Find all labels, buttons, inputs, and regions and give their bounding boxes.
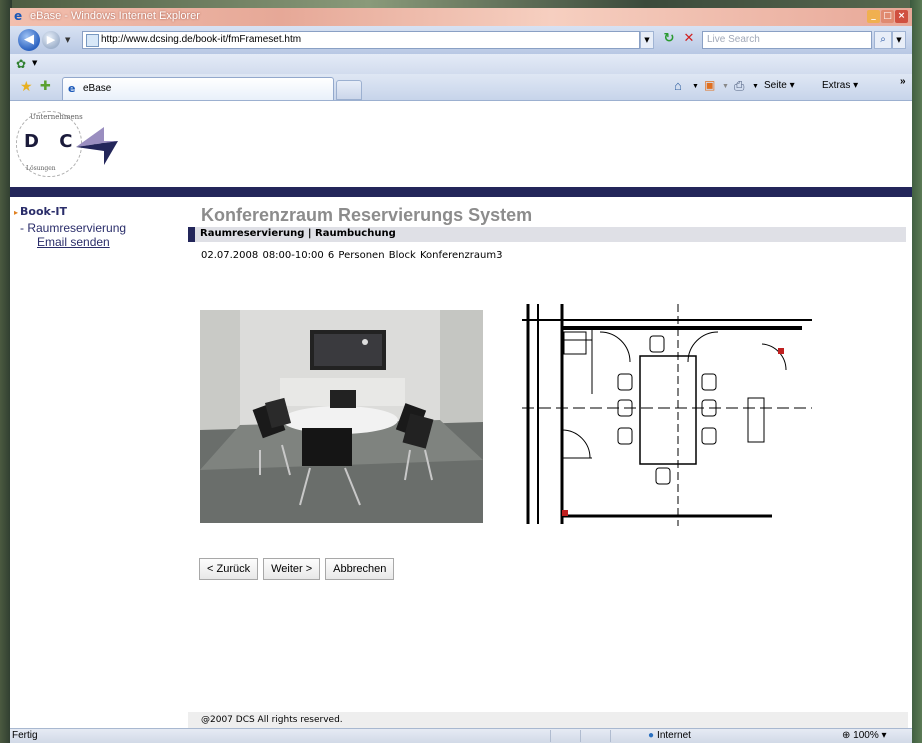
status-divider (610, 730, 611, 742)
stop-icon[interactable]: ✕ (680, 31, 698, 47)
tab-ie-icon: e (68, 82, 76, 95)
maximize-button[interactable]: □ (881, 10, 894, 23)
sidebar-item-email-senden[interactable]: Email senden (37, 235, 110, 249)
status-text: Fertig (12, 730, 38, 741)
globe-icon: ● (648, 730, 655, 741)
room-photo (200, 310, 483, 523)
cancel-button[interactable]: Abbrechen (325, 558, 395, 580)
logo-arc-bottom: Lösungen (26, 165, 56, 172)
status-divider (580, 730, 581, 742)
forward-button[interactable]: ▶ (42, 31, 60, 49)
sidebar-heading[interactable]: ▸ Book-IT (14, 205, 67, 218)
status-bar: Fertig ● Internet ⊕ 100% ▾ (10, 728, 912, 743)
close-button[interactable]: × (895, 10, 908, 23)
addon-icon[interactable]: ✿ (16, 57, 26, 71)
zoom-icon: ⊕ (842, 730, 854, 741)
next-step-button[interactable]: Weiter > (263, 558, 321, 580)
new-tab-button[interactable] (336, 80, 362, 100)
search-placeholder: Live Search (707, 34, 760, 45)
title-bar: e eBase - Windows Internet Explorer _ □ … (10, 8, 912, 26)
booking-time: 08:00-10:00 (262, 250, 324, 261)
booking-date: 02.07.2008 (201, 250, 259, 261)
tab-toolbar: ★ ✚ e eBase ⌂ ▼ ▣ ▼ ⎙ ▼ Seite ▾ Extras ▾… (10, 74, 912, 101)
address-dropdown-button[interactable]: ▼ (640, 31, 654, 49)
logo-arrow-icon (76, 127, 118, 165)
section-title: Raumreservierung | Raumbuchung (200, 228, 396, 239)
booking-room: Konferenzraum3 (419, 250, 503, 261)
page-content: Unternehmens D C S Lösungen ▸ Book-IT - R… (10, 101, 912, 728)
home-dropdown[interactable]: ▼ (692, 83, 699, 90)
search-icon[interactable]: ⌕ (874, 31, 892, 49)
sidebar: ▸ Book-IT - Raumreservierung Email senden (10, 197, 185, 728)
search-input[interactable]: Live Search (702, 31, 872, 49)
links-toolbar: ✿ ▼ (10, 54, 912, 74)
ie-logo-icon: e (14, 9, 23, 23)
window-title: eBase - Windows Internet Explorer (30, 10, 200, 22)
copyright-text: @2007 DCS All rights reserved. (201, 715, 343, 725)
booking-persons: 6 Personen (327, 250, 385, 261)
header-band (10, 187, 912, 197)
more-commands-chevron-icon[interactable]: » (900, 76, 906, 87)
feeds-dropdown[interactable]: ▼ (722, 83, 729, 90)
browser-window: e eBase - Windows Internet Explorer _ □ … (10, 8, 912, 743)
search-options-dropdown[interactable]: ▼ (892, 31, 906, 49)
address-toolbar: ◀ ▶ ▼ http://www.dcsing.de/book-it/fmFra… (10, 26, 912, 54)
bullet-arrow-icon: ▸ (14, 208, 19, 217)
tools-menu[interactable]: Extras ▾ (822, 80, 858, 91)
sidebar-heading-label: Book-IT (20, 205, 67, 218)
security-zone-label: Internet (657, 730, 691, 741)
print-dropdown[interactable]: ▼ (752, 83, 759, 90)
tab-ebase[interactable]: e eBase (62, 77, 334, 100)
feeds-icon[interactable]: ▣ (704, 78, 715, 92)
booking-summary: 02.07.2008 08:00-10:00 6 Personen Block … (201, 250, 502, 261)
page-footer: @2007 DCS All rights reserved. (188, 712, 908, 728)
zoom-label: 100% (853, 730, 879, 741)
section-header: Raumreservierung | Raumbuchung (188, 227, 906, 242)
back-button[interactable]: ◀ (18, 29, 40, 51)
security-zone[interactable]: ● Internet (648, 730, 691, 741)
recent-pages-dropdown[interactable]: ▼ (65, 36, 70, 44)
sidebar-item-raumreservierung[interactable]: - Raumreservierung (20, 221, 126, 235)
page-icon (86, 34, 99, 47)
monitor-bezel-top (0, 0, 922, 8)
window-controls: _ □ × (867, 10, 908, 23)
wizard-buttons: < Zurück Weiter > Abbrechen (199, 558, 395, 580)
status-divider (550, 730, 551, 742)
addon-dropdown[interactable]: ▼ (32, 59, 37, 67)
favorites-star-icon[interactable]: ★ (20, 79, 33, 95)
page-menu[interactable]: Seite ▾ (764, 80, 795, 91)
refresh-icon[interactable]: ↻ (660, 31, 678, 47)
header-logo-area: Unternehmens D C S Lösungen (10, 101, 912, 187)
floor-plan (522, 304, 812, 526)
main-panel: Konferenzraum Reservierungs System Raumr… (188, 197, 908, 728)
tab-label: eBase (83, 83, 112, 94)
home-icon[interactable]: ⌂ (674, 78, 682, 93)
print-icon[interactable]: ⎙ (734, 78, 744, 94)
address-bar[interactable]: http://www.dcsing.de/book-it/fmFrameset.… (82, 31, 640, 49)
page-title: Konferenzraum Reservierungs System (201, 205, 533, 225)
add-favorites-icon[interactable]: ✚ (40, 79, 51, 94)
back-step-button[interactable]: < Zurück (199, 558, 259, 580)
zoom-level[interactable]: ⊕ 100% ▾ (842, 730, 887, 741)
minimize-button[interactable]: _ (867, 10, 880, 23)
booking-type: Block (388, 250, 416, 261)
logo-arc-top: Unternehmens (30, 113, 83, 121)
address-url: http://www.dcsing.de/book-it/fmFrameset.… (101, 34, 302, 45)
